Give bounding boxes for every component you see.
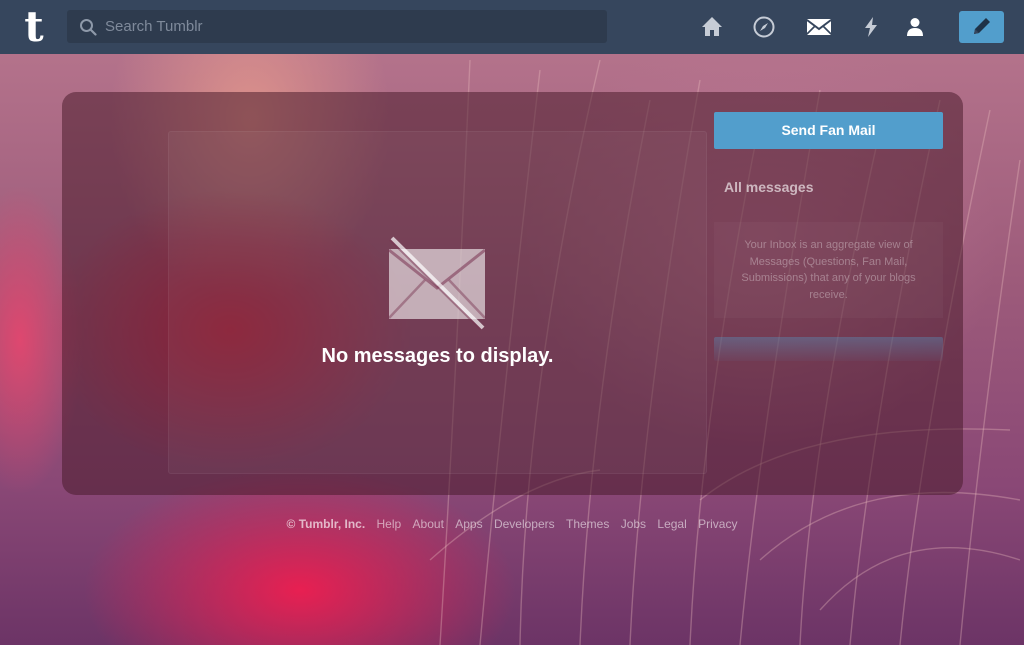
footer-link-jobs[interactable]: Jobs <box>621 517 646 531</box>
top-navigation-bar: t <box>0 0 1024 54</box>
inbox-info-text: Your Inbox is an aggregate view of Messa… <box>714 222 943 318</box>
account-person-icon[interactable] <box>903 15 927 39</box>
footer-link-apps[interactable]: Apps <box>455 517 482 531</box>
footer-link-developers[interactable]: Developers <box>494 517 555 531</box>
all-messages-link[interactable]: All messages <box>714 170 943 206</box>
explore-compass-icon[interactable] <box>752 15 776 39</box>
search-box[interactable] <box>67 10 607 43</box>
inbox-envelope-icon[interactable] <box>806 15 832 39</box>
compose-pencil-icon <box>974 18 990 34</box>
footer-link-themes[interactable]: Themes <box>566 517 609 531</box>
send-fan-mail-button[interactable]: Send Fan Mail <box>714 112 943 149</box>
empty-state-message: No messages to display. <box>321 345 554 367</box>
compose-button[interactable] <box>959 11 1004 43</box>
home-icon[interactable] <box>700 15 724 39</box>
footer: © Tumblr, Inc. Help About Apps Developer… <box>0 516 1024 534</box>
sidebar-faded-bar <box>714 337 943 361</box>
footer-copyright: © Tumblr, Inc. <box>286 517 366 531</box>
activity-lightning-icon[interactable] <box>859 15 883 39</box>
search-icon <box>80 19 97 36</box>
search-input[interactable] <box>105 10 600 43</box>
footer-link-legal[interactable]: Legal <box>657 517 686 531</box>
tumblr-logo[interactable]: t <box>18 6 50 48</box>
footer-link-help[interactable]: Help <box>377 517 402 531</box>
no-messages-envelope-icon <box>388 236 486 330</box>
footer-link-about[interactable]: About <box>413 517 444 531</box>
footer-link-privacy[interactable]: Privacy <box>698 517 737 531</box>
